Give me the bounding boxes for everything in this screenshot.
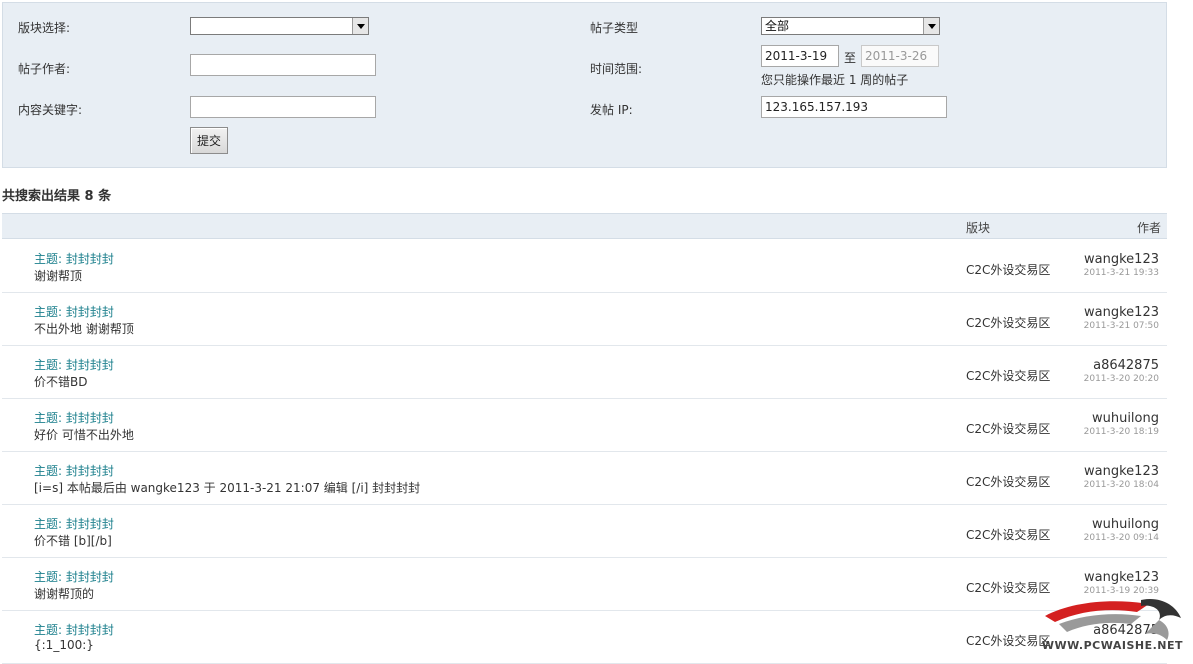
post-author-link[interactable]: wangke123 (1084, 305, 1159, 320)
chevron-down-icon[interactable] (352, 18, 368, 34)
keyword-label: 内容关键字: (18, 103, 83, 117)
table-row: 主题: 封封封封 不出外地 谢谢帮顶 C2C外设交易区 wangke123 20… (2, 293, 1167, 346)
post-type-label: 帖子类型 (590, 21, 639, 35)
post-content: 谢谢帮顶的 (34, 587, 95, 601)
table-row: 主题: 封封封封 谢谢帮顶的 C2C外设交易区 wangke123 2011-3… (2, 558, 1167, 611)
time-range-label: 时间范围: (590, 62, 643, 76)
post-author-link[interactable]: wangke123 (1084, 464, 1159, 479)
author-label: 帖子作者: (18, 62, 71, 76)
post-forum-link[interactable]: C2C外设交易区 (966, 632, 1050, 649)
table-row: 主题: 封封封封 价不错 [b][/b] C2C外设交易区 wuhuilong … (2, 505, 1167, 558)
forum-select[interactable] (190, 17, 369, 35)
post-content: [i=s] 本帖最后由 wangke123 于 2011-3-21 21:07 … (34, 481, 421, 495)
post-content: {:1_100:} (34, 638, 94, 652)
post-forum-link[interactable]: C2C外设交易区 (966, 579, 1050, 596)
chevron-down-icon[interactable] (923, 18, 939, 34)
keyword-input[interactable] (190, 96, 376, 118)
post-content: 价不错 [b][/b] (34, 534, 112, 548)
post-type-value: 全部 (765, 19, 790, 33)
result-count: 共搜索出结果 8 条 (2, 189, 112, 204)
post-forum-link[interactable]: C2C外设交易区 (966, 314, 1050, 331)
post-forum-link[interactable]: C2C外设交易区 (966, 526, 1050, 543)
forum-select-label: 版块选择: (18, 21, 71, 35)
post-date: 2011-3-20 20:20 (1083, 374, 1159, 384)
post-subject-link[interactable]: 主题: 封封封封 (34, 621, 114, 638)
post-subject-link[interactable]: 主题: 封封封封 (34, 568, 114, 585)
table-row: 主题: 封封封封 价不错BD C2C外设交易区 a8642875 2011-3-… (2, 346, 1167, 399)
post-date: 2011-3-20 18:19 (1083, 427, 1159, 437)
post-subject-link[interactable]: 主题: 封封封封 (34, 409, 114, 426)
results-list: 主题: 封封封封 谢谢帮顶 C2C外设交易区 wangke123 2011-3-… (2, 240, 1167, 664)
post-content: 不出外地 谢谢帮顶 (34, 322, 134, 336)
ip-input[interactable]: 123.165.157.193 (761, 96, 947, 118)
post-subject-link[interactable]: 主题: 封封封封 (34, 250, 114, 267)
site-watermark-logo: WWW.PCWAISHE.NET (1041, 594, 1187, 654)
author-input[interactable] (190, 54, 376, 76)
time-range-note: 您只能操作最近 1 周的帖子 (761, 73, 909, 87)
watermark-text: WWW.PCWAISHE.NET (1041, 639, 1183, 652)
time-from-input[interactable]: 2011-3-19 (761, 45, 839, 67)
post-subject-link[interactable]: 主题: 封封封封 (34, 356, 114, 373)
post-subject-link[interactable]: 主题: 封封封封 (34, 462, 114, 479)
results-table-header: 版块 作者 (2, 213, 1167, 239)
table-row: 主题: 封封封封 谢谢帮顶 C2C外设交易区 wangke123 2011-3-… (2, 240, 1167, 293)
post-author-link[interactable]: wangke123 (1084, 252, 1159, 267)
post-subject-link[interactable]: 主题: 封封封封 (34, 303, 114, 320)
table-row: 主题: 封封封封 {:1_100:} C2C外设交易区 a8642875 (2, 611, 1167, 664)
post-forum-link[interactable]: C2C外设交易区 (966, 261, 1050, 278)
column-header-forum: 版块 (966, 221, 991, 235)
time-range-separator: 至 (844, 51, 857, 65)
post-type-select[interactable]: 全部 (761, 17, 940, 35)
search-form-panel: 版块选择: 帖子类型 全部 帖子作者: 时间范围: 2011-3-19 至 20… (2, 2, 1167, 168)
post-date: 2011-3-20 09:14 (1083, 533, 1159, 543)
post-date: 2011-3-21 07:50 (1083, 321, 1159, 331)
post-content: 好价 可惜不出外地 (34, 428, 134, 442)
post-author-link[interactable]: wangke123 (1084, 570, 1159, 585)
post-content: 价不错BD (34, 375, 88, 389)
post-forum-link[interactable]: C2C外设交易区 (966, 420, 1050, 437)
post-subject-link[interactable]: 主题: 封封封封 (34, 515, 114, 532)
post-content: 谢谢帮顶 (34, 269, 83, 283)
post-forum-link[interactable]: C2C外设交易区 (966, 473, 1050, 490)
table-row: 主题: 封封封封 [i=s] 本帖最后由 wangke123 于 2011-3-… (2, 452, 1167, 505)
post-author-link[interactable]: wuhuilong (1092, 517, 1159, 532)
post-date: 2011-3-20 18:04 (1083, 480, 1159, 490)
time-to-input[interactable]: 2011-3-26 (861, 45, 939, 67)
column-header-author: 作者 (1136, 221, 1161, 235)
post-date: 2011-3-21 19:33 (1083, 268, 1159, 278)
submit-button[interactable]: 提交 (190, 127, 228, 154)
post-author-link[interactable]: wuhuilong (1092, 411, 1159, 426)
table-row: 主题: 封封封封 好价 可惜不出外地 C2C外设交易区 wuhuilong 20… (2, 399, 1167, 452)
post-author-link[interactable]: a8642875 (1093, 358, 1159, 373)
ip-label: 发帖 IP: (590, 103, 633, 117)
post-forum-link[interactable]: C2C外设交易区 (966, 367, 1050, 384)
